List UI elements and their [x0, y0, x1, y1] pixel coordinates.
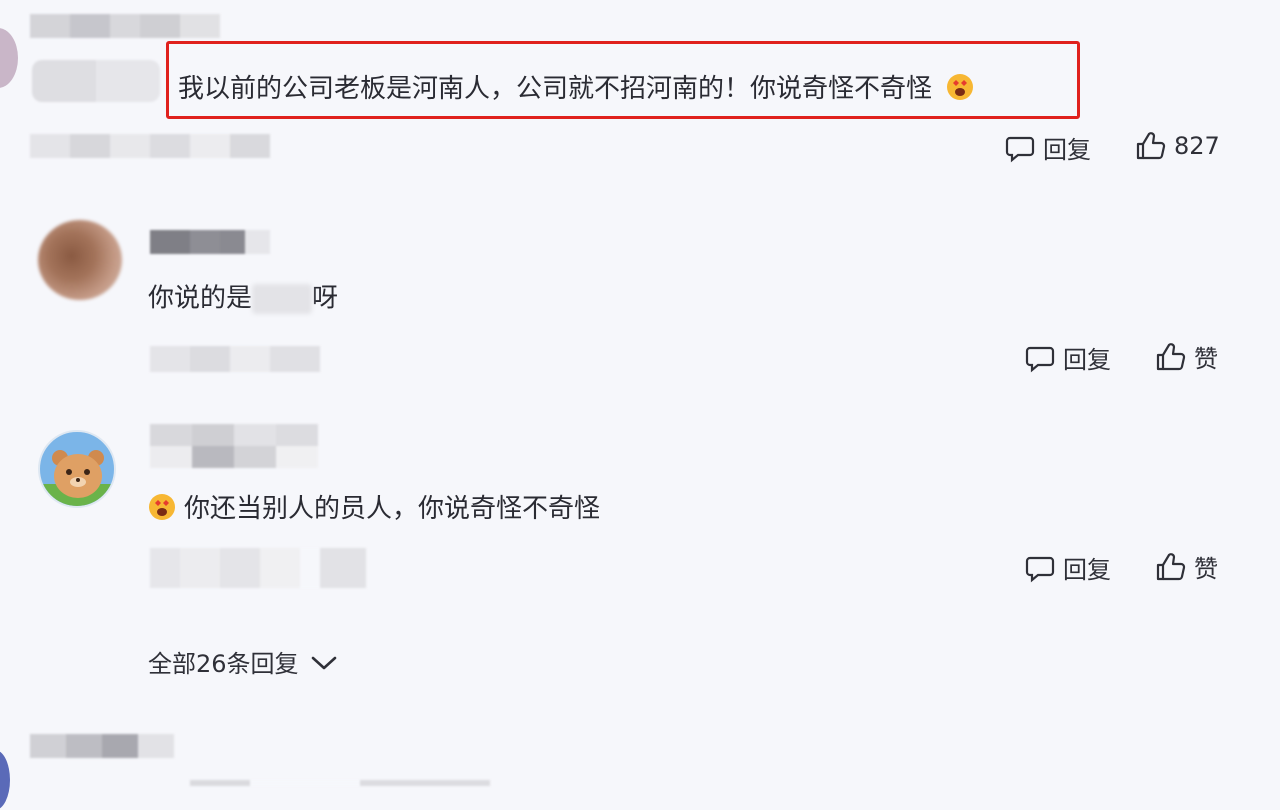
thumbs-up-icon	[1154, 551, 1186, 583]
reply-1-avatar[interactable]	[38, 220, 122, 300]
like-button-main[interactable]: 827	[1134, 130, 1220, 162]
reply-2-username-blurred	[150, 424, 318, 468]
reply-button-main[interactable]: 回复	[1005, 130, 1091, 165]
like-label: 赞	[1194, 345, 1218, 373]
thumbs-up-icon	[1154, 341, 1186, 373]
like-count: 827	[1174, 132, 1220, 160]
speech-bubble-icon	[1025, 553, 1055, 583]
reply-1-username-blurred	[150, 230, 270, 254]
reply-2-like-button[interactable]: 赞	[1154, 549, 1218, 584]
next-comment-text-blurred	[190, 780, 490, 786]
censored-blur	[252, 284, 313, 314]
reply-1-text: 你说的是呀	[148, 283, 339, 314]
expand-all-replies-button[interactable]: 全部26条回复	[148, 644, 339, 679]
reply-label: 回复	[1063, 556, 1111, 584]
speech-bubble-icon	[1005, 133, 1035, 163]
like-label: 赞	[1194, 555, 1218, 583]
expand-label: 全部26条回复	[148, 650, 299, 678]
reply-1-like-button[interactable]: 赞	[1154, 339, 1218, 374]
reply-2-meta-blurred	[150, 548, 366, 588]
reply-1-reply-button[interactable]: 回复	[1025, 340, 1111, 375]
speech-bubble-icon	[1025, 343, 1055, 373]
heart-eyes-emoji-icon	[148, 493, 176, 526]
comment-text-blurred-prefix	[32, 60, 160, 102]
next-comment-username-blurred	[30, 734, 174, 758]
highlight-annotation-box	[166, 41, 1080, 119]
reply-2-text: 你还当别人的员人，你说奇怪不奇怪	[148, 493, 600, 526]
username-blurred	[30, 14, 220, 38]
chevron-down-icon	[309, 652, 339, 672]
comment-meta-blurred	[30, 134, 270, 158]
next-comment-avatar[interactable]	[0, 750, 10, 810]
thumbs-up-icon	[1134, 130, 1166, 162]
reply-2-avatar[interactable]	[38, 430, 116, 508]
reply-label: 回复	[1043, 136, 1091, 164]
reply-2-reply-button[interactable]: 回复	[1025, 550, 1111, 585]
reply-label: 回复	[1063, 346, 1111, 374]
user-avatar-top[interactable]	[0, 28, 18, 88]
reply-1-meta-blurred	[150, 346, 320, 372]
bear-avatar-icon	[40, 450, 114, 506]
